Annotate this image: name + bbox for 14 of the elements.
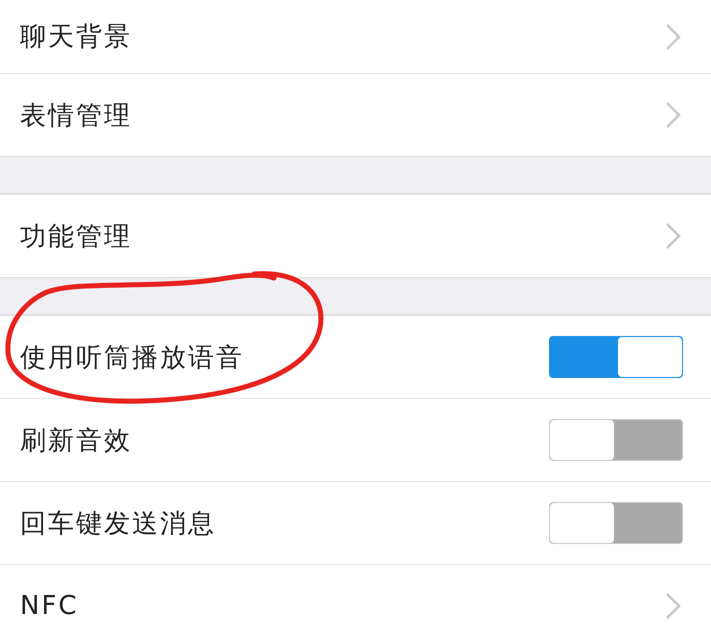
chevron-right-icon [665,222,681,250]
setting-label: NFC [20,591,79,621]
chevron-right-icon [665,101,681,129]
chevron-right-icon [665,22,681,50]
toggle-switch[interactable] [549,336,683,378]
toggle-switch[interactable] [549,502,683,544]
toggle-switch[interactable] [549,419,683,461]
setting-label: 刷新音效 [20,424,132,458]
setting-label: 表情管理 [20,100,132,132]
setting-label: 功能管理 [20,220,132,254]
setting-label: 聊天背景 [20,21,132,54]
setting-label: 回车键发送消息 [20,508,216,540]
chevron-right-icon [665,592,681,620]
setting-label: 使用听筒播放语音 [20,342,244,374]
